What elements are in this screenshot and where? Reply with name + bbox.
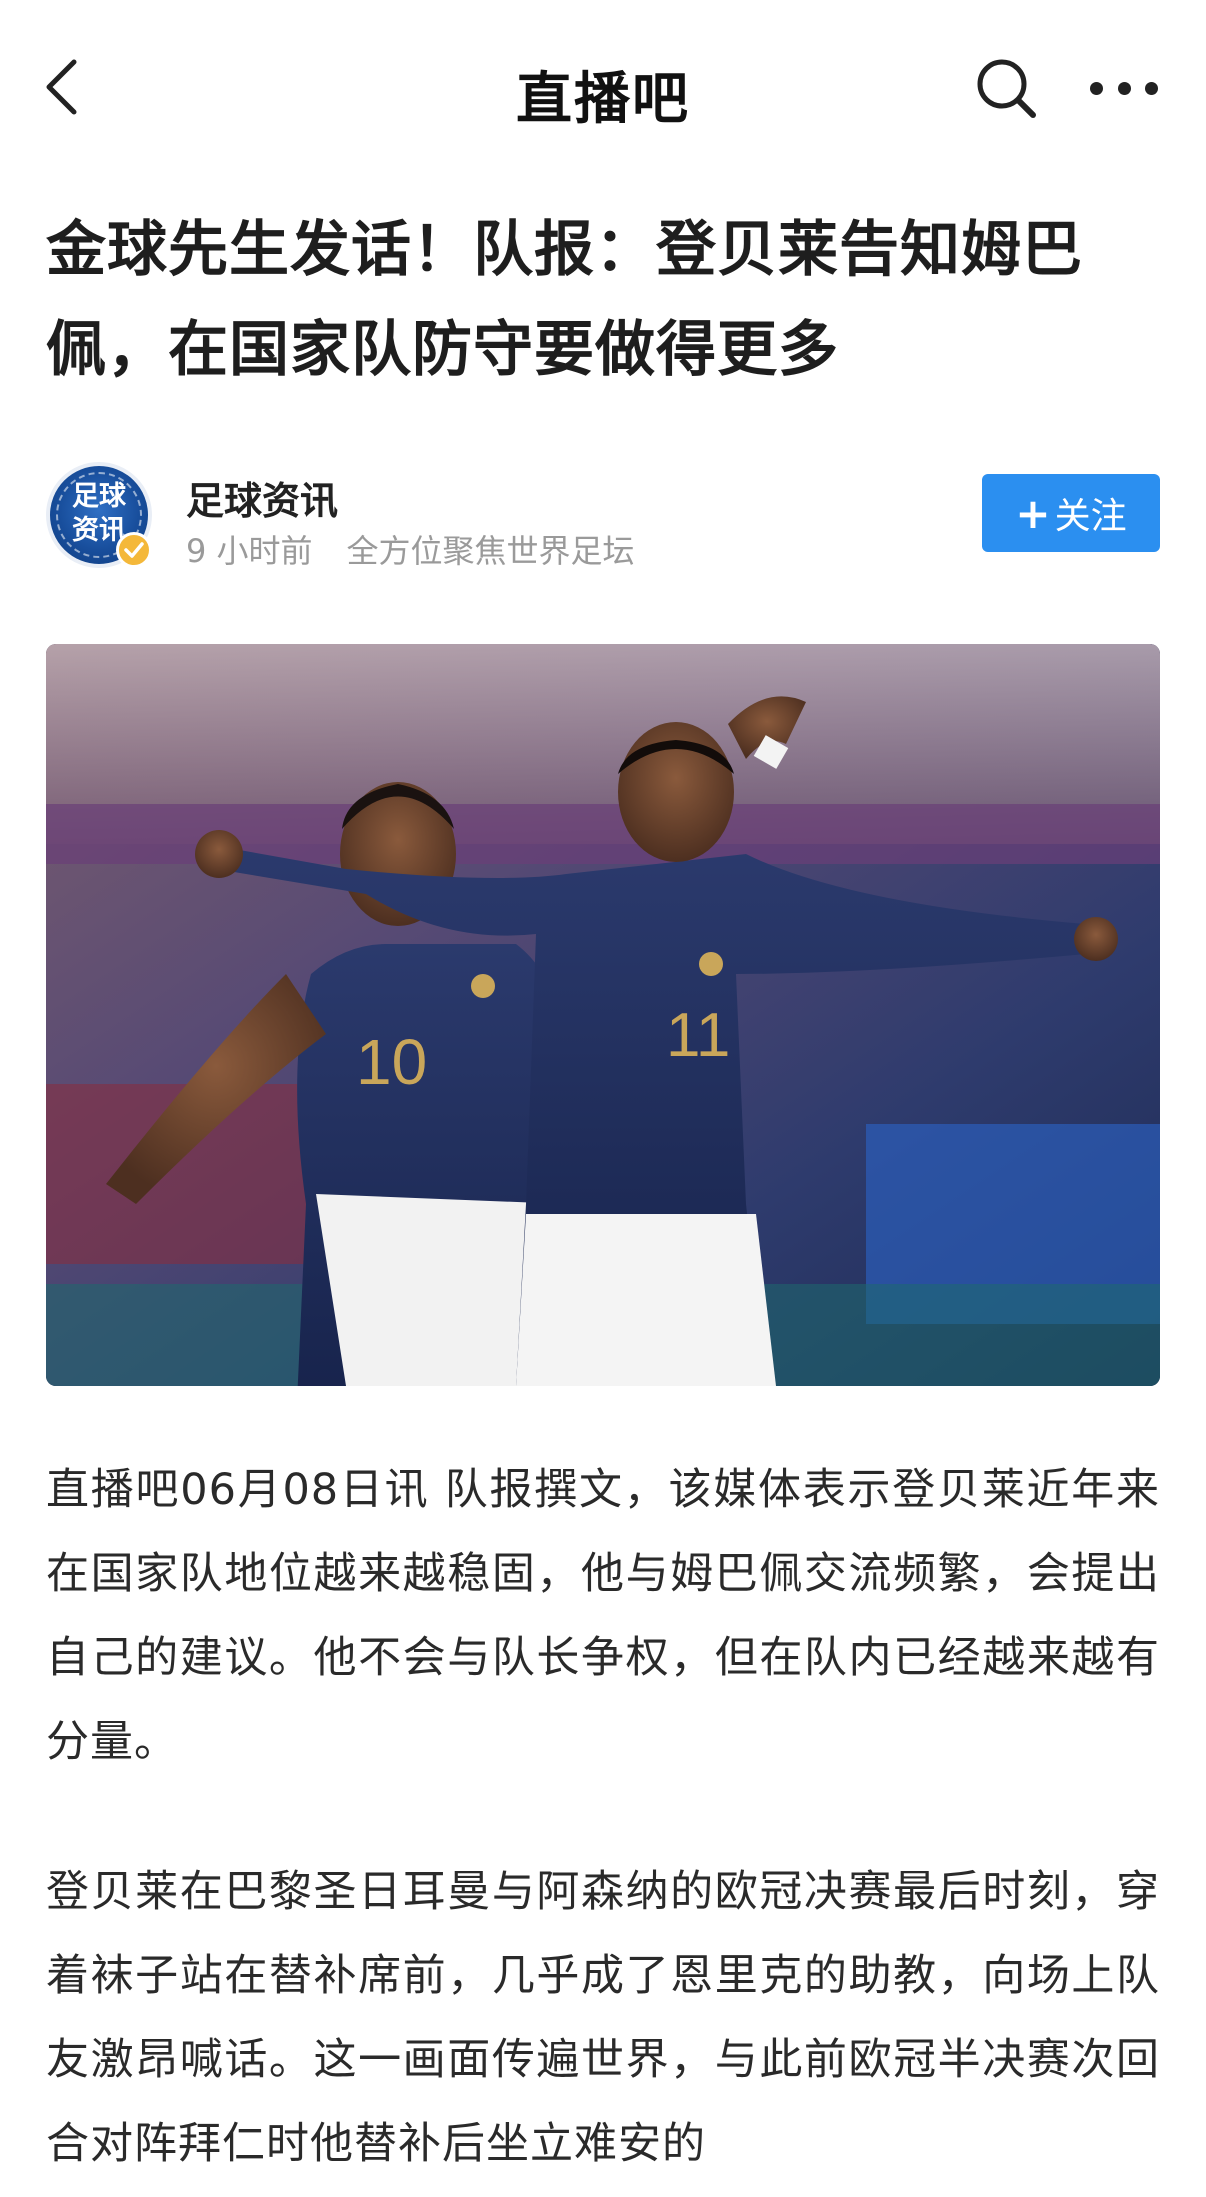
- search-button[interactable]: [974, 56, 1038, 120]
- publish-time: 9 小时前: [186, 532, 313, 570]
- top-nav-bar: 直播吧: [0, 0, 1206, 174]
- author-row: 足球 资讯 足球资讯 9 小时前 全方位聚焦世界足坛 + 关注: [46, 462, 1160, 572]
- author-meta: 9 小时前 全方位聚焦世界足坛: [186, 526, 635, 572]
- follow-button[interactable]: + 关注: [982, 474, 1160, 552]
- svg-text:10: 10: [356, 1026, 427, 1098]
- check-icon: [124, 542, 144, 558]
- article-paragraph-1: 直播吧06月08日讯 队报撰文，该媒体表示登贝莱近年来在国家队地位越来越稳固，他…: [46, 1465, 1160, 1767]
- verified-badge: [116, 532, 152, 568]
- svg-text:11: 11: [666, 1001, 730, 1070]
- football-celebration-photo: 10 11: [46, 644, 1160, 1386]
- article-title: 金球先生发话！队报：登贝莱告知姆巴佩，在国家队防守要做得更多: [46, 215, 1083, 385]
- plus-icon: +: [1015, 488, 1051, 538]
- author-name[interactable]: 足球资讯: [186, 470, 338, 525]
- more-dots-icon: [1090, 81, 1103, 95]
- article-hero-image[interactable]: 10 11: [46, 644, 1160, 1386]
- search-icon: [977, 59, 1036, 118]
- follow-label: 关注: [1054, 496, 1127, 537]
- more-options-button[interactable]: [1090, 56, 1158, 120]
- author-bio: 全方位聚焦世界足坛: [346, 532, 635, 570]
- article-paragraph-2: 登贝莱在巴黎圣日耳曼与阿森纳的欧冠决赛最后时刻，穿着袜子站在替补席前，几乎成了恩…: [46, 1867, 1160, 2169]
